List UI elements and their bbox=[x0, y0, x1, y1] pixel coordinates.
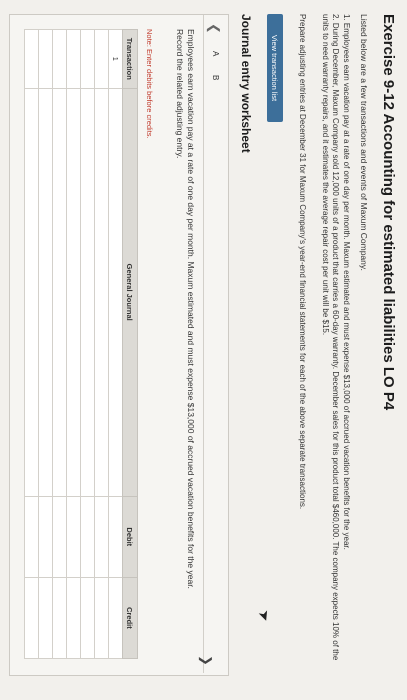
account-input[interactable] bbox=[24, 88, 39, 497]
credit-input[interactable] bbox=[66, 577, 81, 659]
credit-input[interactable] bbox=[108, 577, 123, 659]
note-text: Note: Enter debits before credits. bbox=[145, 29, 154, 139]
table-row bbox=[80, 29, 95, 659]
credit-input[interactable] bbox=[80, 577, 95, 659]
debit-input[interactable] bbox=[66, 496, 81, 578]
table-row bbox=[94, 29, 109, 659]
tab-b[interactable]: B bbox=[211, 75, 220, 80]
debit-input[interactable] bbox=[80, 496, 95, 578]
instructions-text: Prepare adjusting entries at December 31… bbox=[298, 14, 307, 510]
account-input[interactable] bbox=[38, 88, 53, 497]
chevron-left-icon[interactable]: ❮ bbox=[206, 23, 222, 34]
account-input[interactable] bbox=[66, 88, 81, 497]
credit-input[interactable] bbox=[24, 577, 39, 659]
credit-input[interactable] bbox=[52, 577, 67, 659]
worksheet-title: Journal entry worksheet bbox=[239, 14, 253, 153]
transaction-cell bbox=[66, 29, 81, 89]
photographed-page: Exercise 9-12 Accounting for estimated l… bbox=[0, 0, 407, 700]
tab-a[interactable]: A bbox=[211, 51, 220, 56]
transaction-cell bbox=[94, 29, 109, 89]
list-item: 2. During December, Maxum Company sold 1… bbox=[321, 14, 340, 661]
account-input[interactable] bbox=[94, 88, 109, 497]
transaction-cell bbox=[38, 29, 53, 89]
transaction-cell bbox=[52, 29, 67, 89]
debit-input[interactable] bbox=[52, 496, 67, 578]
transaction-list: 1. Employees earn vacation pay at a rate… bbox=[319, 14, 351, 674]
col-credit: Credit bbox=[122, 577, 138, 659]
list-item: 1. Employees earn vacation pay at a rate… bbox=[342, 14, 351, 550]
credit-input[interactable] bbox=[94, 577, 109, 659]
intro-text: Listed below are a few transactions and … bbox=[359, 14, 369, 271]
chevron-right-icon[interactable]: ❯ bbox=[198, 655, 214, 666]
debit-input[interactable] bbox=[94, 496, 109, 578]
view-transaction-list-button[interactable]: View transaction list bbox=[267, 14, 283, 122]
transaction-cell: 1 bbox=[108, 29, 123, 89]
mouse-pointer-icon: ➤ bbox=[255, 607, 275, 624]
table-row bbox=[24, 29, 39, 659]
table-row bbox=[52, 29, 67, 659]
table-row bbox=[38, 29, 53, 659]
debit-input[interactable] bbox=[108, 496, 123, 578]
journal-entry-worksheet: ❮ A B ❯ Employees earn vacation pay at a… bbox=[9, 14, 229, 676]
page-title: Exercise 9-12 Accounting for estimated l… bbox=[380, 14, 397, 411]
credit-input[interactable] bbox=[38, 577, 53, 659]
account-input[interactable] bbox=[108, 88, 123, 497]
account-input[interactable] bbox=[52, 88, 67, 497]
col-transaction: Transaction bbox=[122, 29, 138, 89]
table-row: 1 bbox=[108, 29, 123, 659]
col-debit: Debit bbox=[122, 496, 138, 578]
debit-input[interactable] bbox=[24, 496, 39, 578]
table-row bbox=[66, 29, 81, 659]
transaction-cell bbox=[24, 29, 39, 89]
journal-table: Transaction General Journal Debit Credit… bbox=[24, 29, 138, 659]
col-general-journal: General Journal bbox=[122, 88, 138, 497]
transaction-cell bbox=[80, 29, 95, 89]
entry-description: Employees earn vacation pay at a rate of… bbox=[175, 29, 196, 589]
tabs-divider bbox=[203, 15, 204, 673]
account-input[interactable] bbox=[80, 88, 95, 497]
debit-input[interactable] bbox=[38, 496, 53, 578]
